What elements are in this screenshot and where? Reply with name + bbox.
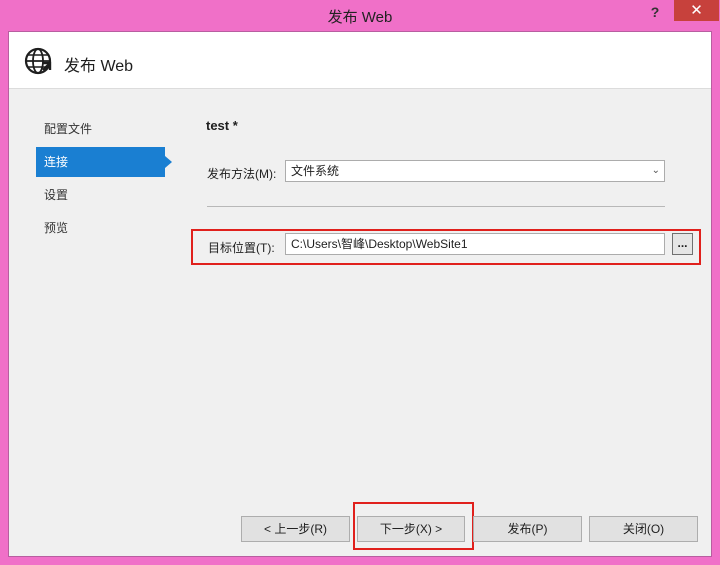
profile-name: test * (206, 118, 238, 133)
publish-button[interactable]: 发布(P) (473, 516, 582, 542)
next-button[interactable]: 下一步(X) > (357, 516, 465, 542)
close-button[interactable]: 关闭(O) (589, 516, 698, 542)
wizard-nav: 配置文件 连接 设置 预览 (36, 114, 176, 246)
publish-web-window: 发布 Web ? ✕ 发布 Web 配置文件 连接 设置 预览 test * 发… (0, 0, 720, 565)
title-bar[interactable]: 发布 Web ? ✕ (0, 0, 720, 31)
help-button[interactable]: ? (640, 2, 670, 22)
dialog-body: 发布 Web 配置文件 连接 设置 预览 test * 发布方法(M): 文件系… (8, 31, 712, 557)
previous-button[interactable]: < 上一步(R) (241, 516, 350, 542)
nav-item-connection[interactable]: 连接 (36, 147, 172, 177)
window-close-button[interactable]: ✕ (674, 0, 719, 21)
divider (207, 206, 665, 207)
publish-method-label: 发布方法(M): (207, 167, 277, 181)
target-location-label: 目标位置(T): (208, 241, 275, 255)
nav-item-settings[interactable]: 设置 (36, 180, 165, 210)
browse-button[interactable]: ... (672, 233, 693, 255)
nav-item-profile[interactable]: 配置文件 (36, 114, 165, 144)
publish-method-select[interactable]: 文件系统 ⌄ (285, 160, 665, 182)
dialog-header: 发布 Web (9, 32, 711, 89)
header-title: 发布 Web (64, 58, 134, 75)
chevron-down-icon: ⌄ (651, 165, 660, 176)
window-title: 发布 Web (327, 9, 393, 26)
target-location-input[interactable]: C:\Users\智峰\Desktop\WebSite1 (285, 233, 665, 255)
globe-publish-icon (24, 47, 52, 75)
publish-method-value: 文件系统 (291, 164, 340, 178)
nav-item-preview[interactable]: 预览 (36, 213, 165, 243)
